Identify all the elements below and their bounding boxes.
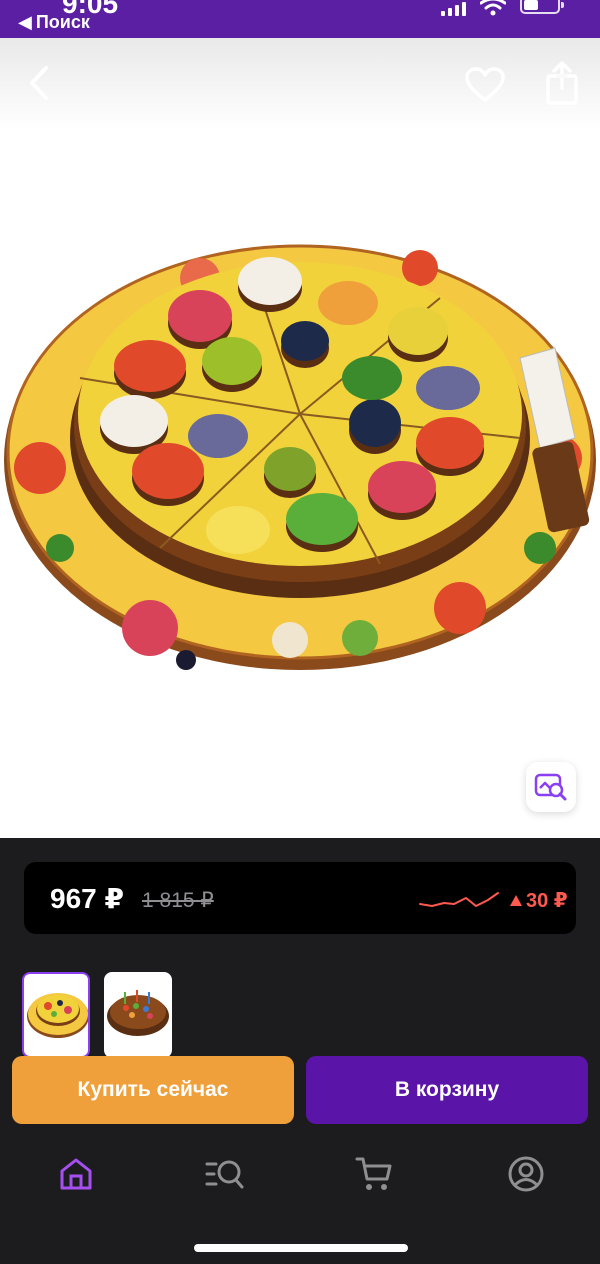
product-gallery[interactable]: [0, 38, 600, 838]
home-indicator[interactable]: [194, 1244, 408, 1252]
price-change: 30 ₽: [510, 888, 568, 913]
status-icons: [441, 0, 564, 16]
home-icon[interactable]: [56, 1154, 96, 1194]
catalog-search-icon[interactable]: [204, 1154, 244, 1194]
cake-thumbnail-image: [107, 990, 169, 1036]
add-to-cart-button[interactable]: В корзину: [306, 1056, 588, 1124]
status-bar: 9:05 ◀ Поиск: [0, 0, 600, 38]
price-card[interactable]: 967 ₽ 1 815 ₽ 30 ₽: [24, 862, 576, 934]
back-triangle-icon: ◀: [18, 12, 32, 32]
image-search-icon: [534, 773, 567, 801]
price-change-value: 30 ₽: [526, 890, 568, 912]
cake-puzzle-thumbnail[interactable]: [104, 972, 172, 1058]
buy-now-button[interactable]: Купить сейчас: [12, 1056, 294, 1124]
wifi-icon: [480, 0, 506, 16]
current-price: 967 ₽: [50, 883, 124, 914]
cart-icon[interactable]: [354, 1154, 394, 1194]
pizza-thumbnail-image: [27, 993, 88, 1038]
heart-icon[interactable]: [464, 66, 506, 104]
pizza-puzzle-thumbnail[interactable]: [22, 972, 90, 1058]
triangle-up-icon: [510, 895, 522, 906]
price-history-sparkline: [419, 892, 499, 907]
share-icon[interactable]: [542, 60, 582, 106]
profile-icon[interactable]: [506, 1154, 546, 1194]
top-gradient: [0, 38, 600, 130]
old-price: 1 815 ₽: [142, 889, 214, 912]
chevron-left-icon[interactable]: [24, 64, 56, 102]
battery-icon: [520, 0, 564, 14]
pizza-puzzle-image[interactable]: [0, 198, 600, 678]
back-app-label: Поиск: [35, 12, 90, 32]
cellular-signal-icon: [441, 2, 466, 16]
back-to-app-link[interactable]: ◀ Поиск: [18, 12, 90, 33]
image-search-button[interactable]: [526, 762, 576, 812]
